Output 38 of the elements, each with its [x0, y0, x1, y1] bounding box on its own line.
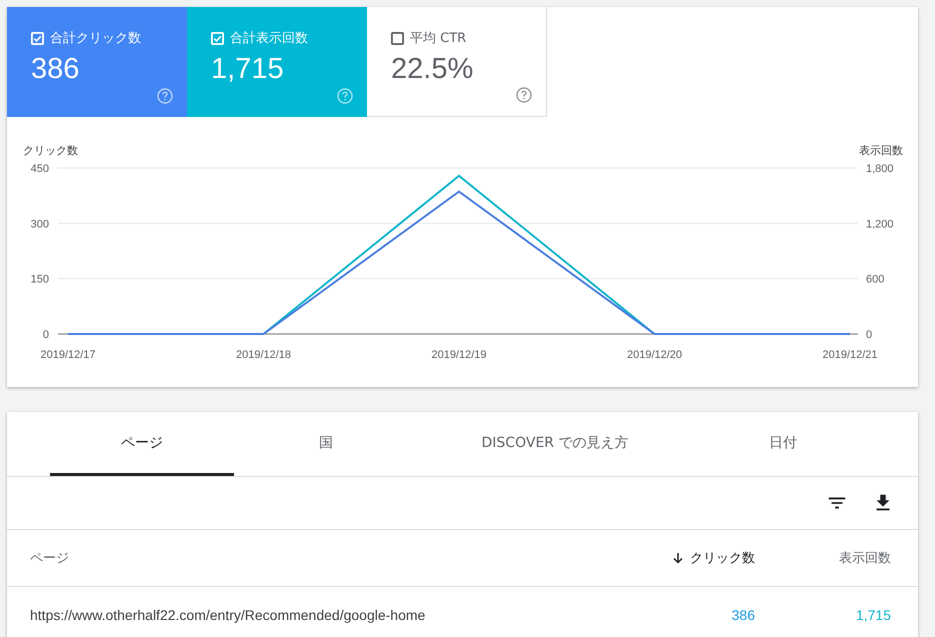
- axis-tick-label: 300: [30, 218, 49, 230]
- table-cell-text: 386: [730, 606, 755, 622]
- axis-tick-label: 2019/12/21: [822, 349, 878, 361]
- tab[interactable]: 日付: [692, 412, 874, 476]
- axis-tick-label: 0: [866, 329, 872, 341]
- axis-tick-label: 2019/12/18: [236, 349, 292, 361]
- axis-tick-label: 2019/12/20: [626, 349, 682, 361]
- checked-checkbox-icon[interactable]: [211, 32, 224, 44]
- column-header[interactable]: クリック数: [615, 549, 755, 567]
- column-header[interactable]: 表示回数: [755, 549, 891, 567]
- axis-tick-label: 2019/12/17: [40, 349, 96, 361]
- metric-label: 平均 CTR: [410, 30, 466, 47]
- axis-tick-label: 1,800: [866, 163, 894, 175]
- tab[interactable]: 国: [234, 412, 418, 476]
- metric-value: 22.5%: [391, 53, 474, 86]
- checkbox-icon[interactable]: [391, 32, 404, 44]
- tab[interactable]: ページ: [50, 412, 234, 476]
- metric-tile[interactable]: 合計クリック数 386: [7, 7, 187, 117]
- axis-tick-label: 150: [30, 274, 49, 286]
- axis-title: 表示回数: [859, 144, 903, 157]
- axis-title: クリック数: [23, 144, 78, 157]
- metric-label: 合計表示回数: [230, 30, 308, 47]
- axis-tick-label: 1,200: [866, 218, 894, 230]
- table-cell-text: 1,715: [854, 606, 891, 622]
- checked-checkbox-icon[interactable]: [31, 32, 44, 44]
- axis-tick-label: 2019/12/19: [431, 349, 487, 361]
- axis-tick-label: 600: [866, 274, 884, 286]
- metric-value: 1,715: [211, 53, 285, 86]
- axis-tick-label: 450: [30, 163, 49, 175]
- help-icon[interactable]: [516, 87, 532, 103]
- table-cell-text: https://www.otherhalf22.com/entry/Recommended/google-home: [30, 606, 426, 622]
- column-header[interactable]: ページ: [30, 549, 615, 567]
- metric-tile[interactable]: 平均 CTR 22.5%: [367, 7, 547, 117]
- tab[interactable]: DISCOVER での見え方: [418, 412, 692, 476]
- metric-label: 合計クリック数: [50, 30, 141, 47]
- sort-arrow-icon: [672, 552, 684, 564]
- metric-value: 386: [31, 53, 80, 86]
- axis-tick-label: 0: [42, 329, 49, 341]
